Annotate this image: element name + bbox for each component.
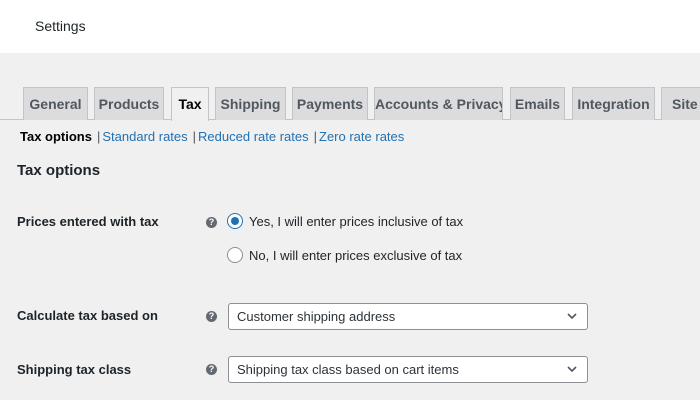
- tab-accounts-privacy[interactable]: Accounts & Privacy: [374, 87, 503, 120]
- tab-tax[interactable]: Tax: [171, 87, 209, 121]
- select-value: Customer shipping address: [237, 309, 396, 324]
- radio-button-checked[interactable]: [227, 213, 243, 229]
- subnav-link-reduced-rate-rates[interactable]: Reduced rate rates: [198, 129, 309, 144]
- chevron-down-icon: [567, 366, 577, 373]
- radio-label-inclusive: Yes, I will enter prices inclusive of ta…: [249, 213, 464, 229]
- tab-site-visibility[interactable]: Site v: [661, 87, 700, 120]
- shipping-tax-class-select[interactable]: Shipping tax class based on cart items: [228, 356, 588, 383]
- tax-subnav: Tax options | Standard rates | Reduced rate …: [20, 129, 404, 144]
- select-value: Shipping tax class based on cart items: [237, 362, 459, 377]
- tab-emails[interactable]: Emails: [510, 87, 565, 120]
- radio-prices-inclusive[interactable]: Yes, I will enter prices inclusive of ta…: [227, 213, 463, 229]
- settings-tabs: General Products Tax Shipping Payments A…: [0, 87, 700, 121]
- calculate-tax-based-on-label: Calculate tax based on: [17, 308, 158, 323]
- calculate-tax-based-on-select[interactable]: Customer shipping address: [228, 303, 588, 330]
- section-title: Tax options: [17, 162, 101, 179]
- page-title: Settings: [35, 18, 86, 34]
- subnav-current-tax-options[interactable]: Tax options: [20, 129, 92, 144]
- tab-general[interactable]: General: [23, 87, 88, 120]
- subnav-link-standard-rates[interactable]: Standard rates: [102, 129, 187, 144]
- radio-label-exclusive: No, I will enter prices exclusive of tax: [249, 247, 463, 263]
- chevron-down-icon: [567, 313, 577, 320]
- subnav-separator: |: [192, 129, 197, 144]
- question-circle-icon[interactable]: ?: [206, 217, 217, 228]
- tab-integration[interactable]: Integration: [572, 87, 655, 120]
- tab-payments[interactable]: Payments: [292, 87, 368, 120]
- radio-button-unchecked[interactable]: [227, 247, 243, 263]
- subnav-link-zero-rate-rates[interactable]: Zero rate rates: [319, 129, 404, 144]
- subnav-separator: |: [96, 129, 101, 144]
- radio-prices-exclusive[interactable]: No, I will enter prices exclusive of tax: [227, 247, 462, 263]
- tab-products[interactable]: Products: [94, 87, 164, 120]
- shipping-tax-class-label: Shipping tax class: [17, 362, 132, 377]
- prices-entered-with-tax-label: Prices entered with tax: [17, 214, 159, 229]
- tab-shipping[interactable]: Shipping: [215, 87, 286, 120]
- question-circle-icon[interactable]: ?: [206, 311, 217, 322]
- subnav-separator: |: [313, 129, 318, 144]
- top-bar: Settings: [0, 0, 700, 53]
- question-circle-icon[interactable]: ?: [206, 364, 217, 375]
